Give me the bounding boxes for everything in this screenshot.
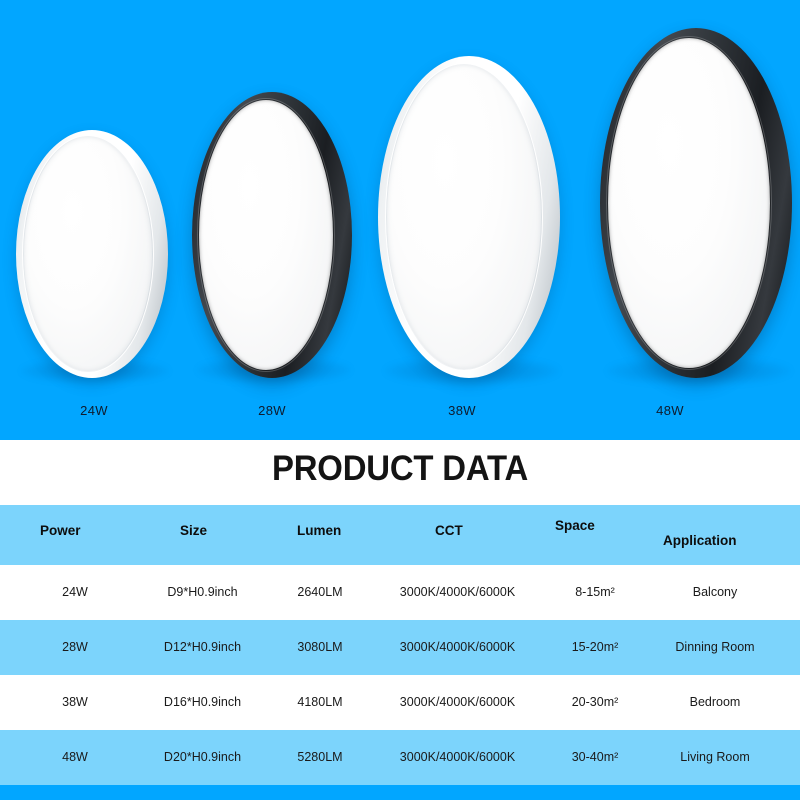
lamp-label-28w: 28W	[258, 403, 286, 418]
cell-application: Balcony	[692, 585, 738, 599]
table-row: 28W D12*H0.9inch 3080LM 3000K/4000K/6000…	[0, 620, 800, 675]
cell-space: 30-40m²	[571, 750, 619, 764]
cell-power: 24W	[62, 585, 88, 599]
page-title: PRODUCT DATA	[271, 449, 529, 488]
cell-cct: 3000K/4000K/6000K	[399, 750, 516, 764]
cell-cct: 3000K/4000K/6000K	[399, 695, 516, 709]
cell-power: 48W	[62, 750, 88, 764]
cell-lumen: 2640LM	[297, 585, 343, 599]
table-row: 48W D20*H0.9inch 5280LM 3000K/4000K/6000…	[0, 730, 800, 785]
cell-cct: 3000K/4000K/6000K	[399, 640, 516, 654]
lamp-diffuser-face	[608, 38, 770, 368]
lamp-lineup: 24W 28W 38W 48W	[0, 0, 800, 440]
lamp-label-38w: 38W	[448, 403, 476, 418]
cell-size: D9*H0.9inch	[167, 585, 238, 599]
cell-size: D12*H0.9inch	[163, 640, 242, 654]
product-lamp-38w[interactable]	[378, 56, 560, 386]
cell-application: Living Room	[680, 750, 750, 764]
cell-space: 8-15m²	[575, 585, 615, 599]
product-data-table: Power Size Lumen CCT Space Application 2…	[0, 505, 800, 785]
bottom-accent-strip	[0, 785, 800, 800]
product-lamp-28w[interactable]	[192, 92, 352, 384]
column-header-application: Application	[663, 533, 737, 548]
column-header-power: Power	[40, 523, 81, 538]
cell-lumen: 4180LM	[297, 695, 343, 709]
product-spec-page: 24W 28W 38W 48W PRODUCT DATA Power Size …	[0, 0, 800, 800]
table-header-row: Power Size Lumen CCT Space Application	[0, 505, 800, 565]
cell-lumen: 3080LM	[297, 640, 343, 654]
column-header-size: Size	[180, 523, 208, 538]
lamp-label-24w: 24W	[80, 403, 108, 418]
table-row: 24W D9*H0.9inch 2640LM 3000K/4000K/6000K…	[0, 565, 800, 620]
cell-cct: 3000K/4000K/6000K	[399, 585, 516, 599]
hero-product-banner: 24W 28W 38W 48W	[0, 0, 800, 440]
cell-size: D16*H0.9inch	[163, 695, 242, 709]
lamp-diffuser-face	[387, 65, 541, 369]
column-header-cct: CCT	[435, 523, 463, 538]
cell-lumen: 5280LM	[297, 750, 343, 764]
cell-space: 15-20m²	[571, 640, 619, 654]
lamp-label-48w: 48W	[656, 403, 684, 418]
lamp-diffuser-face	[24, 137, 152, 371]
product-lamp-48w[interactable]	[600, 28, 792, 386]
title-band: PRODUCT DATA	[0, 440, 800, 505]
cell-application: Bedroom	[689, 695, 741, 709]
lamp-diffuser-face	[199, 100, 333, 370]
cell-power: 38W	[62, 695, 88, 709]
cell-application: Dinning Room	[675, 640, 755, 654]
cell-size: D20*H0.9inch	[163, 750, 242, 764]
table-row: 38W D16*H0.9inch 4180LM 3000K/4000K/6000…	[0, 675, 800, 730]
column-header-lumen: Lumen	[297, 523, 342, 538]
cell-power: 28W	[62, 640, 88, 654]
product-lamp-24w[interactable]	[16, 130, 170, 384]
column-header-space: Space	[555, 518, 595, 533]
cell-space: 20-30m²	[571, 695, 619, 709]
